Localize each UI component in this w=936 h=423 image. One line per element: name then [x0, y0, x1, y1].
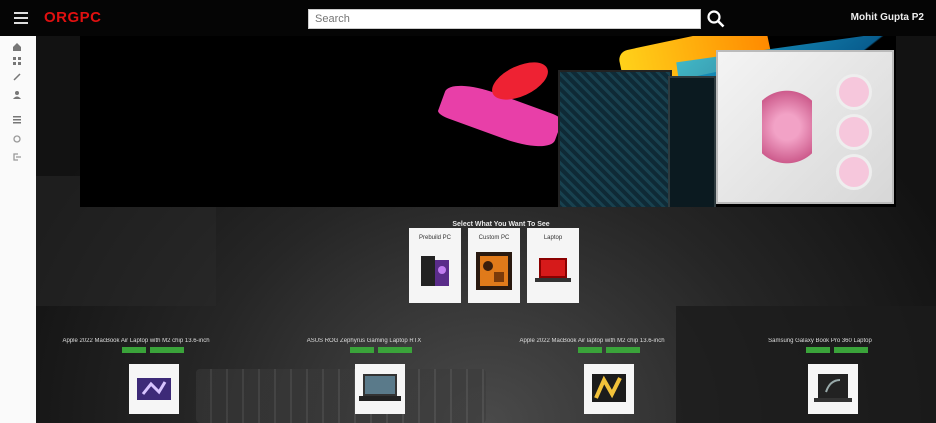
user-name[interactable]: Mohit Gupta P2	[851, 12, 924, 23]
person-icon[interactable]	[11, 90, 23, 102]
product-title[interactable]: Apple 2022 MacBook Air Laptop with M2 ch…	[36, 338, 236, 344]
pc-case-glass-panel	[668, 76, 716, 207]
grid-icon[interactable]	[11, 56, 23, 68]
product-image[interactable]	[808, 364, 858, 414]
product-card[interactable]: ASUS ROG Zephyrus Gaming Laptop RTX	[264, 338, 464, 414]
hero-banner[interactable]	[80, 36, 896, 207]
tool-icon[interactable]	[11, 72, 23, 84]
product-buttons	[264, 347, 464, 353]
product-buttons	[492, 347, 692, 353]
laptop-image	[533, 250, 573, 292]
settings-icon[interactable]	[11, 134, 23, 146]
background-keyboard	[196, 369, 486, 423]
details-button[interactable]	[806, 347, 830, 353]
pc-case-white-image	[716, 50, 894, 204]
home-icon[interactable]	[11, 42, 23, 54]
option-label: Custom PC	[478, 235, 510, 241]
product-buttons	[720, 347, 920, 353]
custom-pc-image	[474, 250, 514, 292]
add-to-cart-button[interactable]	[150, 347, 184, 353]
add-to-cart-button[interactable]	[834, 347, 868, 353]
main-content: Select What You Want To See Prebuild PC …	[36, 36, 936, 423]
option-label: Laptop	[543, 235, 563, 241]
option-card-custom-pc[interactable]: Custom PC	[468, 228, 520, 303]
product-title[interactable]: Apple 2022 MacBook Air laptop with M2 ch…	[492, 338, 692, 344]
search-input[interactable]	[308, 9, 701, 29]
top-bar: ORGPC Mohit Gupta P2	[0, 0, 936, 36]
product-image[interactable]	[355, 364, 405, 414]
pc-case-dark-image	[558, 70, 672, 207]
product-image[interactable]	[129, 364, 179, 414]
fan-image	[836, 74, 872, 110]
select-section-title: Select What You Want To See	[452, 221, 550, 228]
logout-icon[interactable]	[11, 152, 23, 164]
blossom-art	[762, 82, 812, 172]
search-icon[interactable]	[706, 9, 726, 29]
product-title[interactable]: Samsung Galaxy Book Pro 360 Laptop	[720, 338, 920, 344]
details-button[interactable]	[578, 347, 602, 353]
option-label: Prebuild PC	[418, 235, 451, 241]
prebuild-pc-image	[415, 250, 455, 292]
product-card[interactable]: Apple 2022 MacBook Air Laptop with M2 ch…	[36, 338, 236, 414]
brand-logo[interactable]: ORGPC	[44, 9, 102, 26]
option-card-laptop[interactable]: Laptop	[527, 228, 579, 303]
product-title[interactable]: ASUS ROG Zephyrus Gaming Laptop RTX	[264, 338, 464, 344]
sidebar	[0, 36, 37, 423]
list-icon[interactable]	[11, 114, 23, 126]
option-card-prebuild-pc[interactable]: Prebuild PC	[409, 228, 461, 303]
add-to-cart-button[interactable]	[606, 347, 640, 353]
product-image[interactable]	[584, 364, 634, 414]
product-card[interactable]: Samsung Galaxy Book Pro 360 Laptop	[720, 338, 920, 414]
details-button[interactable]	[122, 347, 146, 353]
background-laptop	[676, 306, 936, 423]
details-button[interactable]	[350, 347, 374, 353]
fan-image	[836, 114, 872, 150]
product-buttons	[36, 347, 236, 353]
menu-icon[interactable]	[14, 12, 28, 24]
fan-image	[836, 154, 872, 190]
product-card[interactable]: Apple 2022 MacBook Air laptop with M2 ch…	[492, 338, 692, 414]
add-to-cart-button[interactable]	[378, 347, 412, 353]
